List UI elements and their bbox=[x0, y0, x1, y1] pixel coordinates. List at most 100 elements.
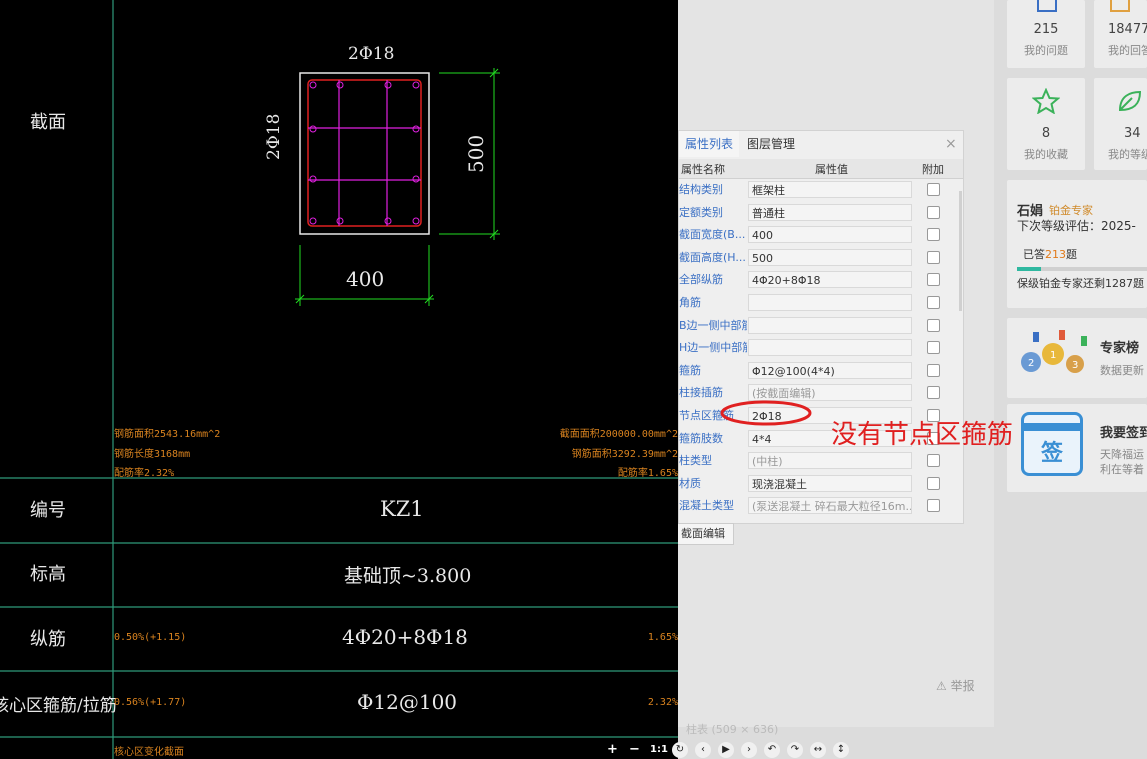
extra-checkbox[interactable] bbox=[927, 454, 940, 468]
property-value[interactable] bbox=[748, 316, 912, 334]
extra-checkbox[interactable] bbox=[927, 228, 940, 242]
property-value[interactable]: 4Φ20+8Φ18 bbox=[748, 271, 912, 289]
rotate-left-icon[interactable]: ↶ bbox=[764, 742, 780, 758]
signin-card[interactable]: 签 我要签到 天降福运 利在等着 bbox=[1007, 404, 1147, 492]
extra-checkbox[interactable] bbox=[927, 476, 940, 490]
extra-checkbox[interactable] bbox=[927, 318, 940, 332]
property-row: 箍筋 Φ12@100(4*4) bbox=[679, 360, 963, 382]
property-row: 截面宽度(B... 400 bbox=[679, 224, 963, 246]
stat-label: 我的收藏 bbox=[1024, 148, 1068, 161]
table-header: 属性名称 属性值 附加 bbox=[679, 159, 963, 179]
property-value[interactable]: 框架柱 bbox=[748, 181, 912, 198]
property-value[interactable]: 现浇混凝土 bbox=[748, 474, 912, 492]
extra-checkbox[interactable] bbox=[927, 205, 940, 219]
property-name: 材质 bbox=[679, 476, 701, 490]
property-name: 截面宽度(B... bbox=[679, 228, 746, 242]
stat-card-questions[interactable]: 215 我的问题 bbox=[1007, 0, 1085, 68]
property-row: 混凝土类型 (泵送混凝土 碎石最大粒径16m... bbox=[679, 495, 963, 517]
header-name: 属性名称 bbox=[681, 163, 725, 176]
stat-card-favorites[interactable]: 8 我的收藏 bbox=[1007, 78, 1085, 170]
extra-checkbox[interactable] bbox=[927, 183, 940, 196]
extra-checkbox[interactable] bbox=[927, 499, 940, 513]
property-value[interactable]: Φ12@100(4*4) bbox=[748, 361, 912, 379]
user-title: 铂金专家 bbox=[1049, 204, 1093, 217]
svg-text:3: 3 bbox=[1072, 360, 1078, 371]
property-name: 柱类型 bbox=[679, 454, 712, 468]
extra-checkbox[interactable] bbox=[927, 296, 940, 309]
extra-checkbox[interactable] bbox=[927, 273, 940, 287]
section-edit-button[interactable]: 截面编辑 bbox=[672, 523, 734, 545]
property-value[interactable]: (泵送混凝土 碎石最大粒径16m... bbox=[748, 497, 912, 515]
scrollbar[interactable] bbox=[959, 191, 962, 311]
flip-horizontal-icon[interactable]: ↔ bbox=[810, 742, 826, 758]
property-name: 结构类别 bbox=[679, 183, 723, 196]
stat-value: 215 bbox=[1033, 22, 1059, 37]
label-stirrup: 核心区箍筋/拉筋 bbox=[0, 696, 117, 716]
rotate-right-icon[interactable]: ↷ bbox=[787, 742, 803, 758]
report-link[interactable]: ⚠ 举报 bbox=[936, 677, 975, 694]
viewer-caption: 柱表 (509 × 636) bbox=[686, 723, 779, 736]
cad-drawing: 2Φ18 2Φ18 400 500 钢筋面积2543.16mm^2 钢筋长度31… bbox=[0, 0, 678, 759]
property-value[interactable] bbox=[748, 339, 912, 357]
annotation-text: 没有节点区箍筋 bbox=[831, 420, 1014, 450]
property-row: B边一侧中部筋 bbox=[679, 315, 963, 337]
zoom-out-button[interactable]: − bbox=[629, 742, 640, 758]
property-row: 定额类别 普通柱 bbox=[679, 202, 963, 224]
property-value[interactable]: 400 bbox=[748, 226, 912, 244]
stat-card-level[interactable]: 34 我的等级 bbox=[1094, 78, 1147, 170]
info-left-1: 钢筋长度3168mm bbox=[114, 449, 191, 460]
section-side-bars: 2Φ18 bbox=[264, 113, 284, 160]
label-section: 截面 bbox=[30, 112, 66, 133]
extra-checkbox[interactable] bbox=[927, 386, 940, 400]
header-extra: 附加 bbox=[922, 163, 944, 176]
star-icon bbox=[1032, 88, 1060, 114]
stat-value: 8 bbox=[1041, 126, 1051, 141]
property-name: 全部纵筋 bbox=[679, 273, 723, 287]
stat-card-answers[interactable]: 18477 我的回答 bbox=[1094, 0, 1147, 68]
zoom-in-button[interactable]: + bbox=[607, 742, 618, 758]
answered-count: 已答213题 bbox=[1023, 248, 1077, 261]
property-row: 柱类型 (中柱) bbox=[679, 450, 963, 472]
property-value[interactable]: (中柱) bbox=[748, 452, 912, 470]
property-value[interactable] bbox=[748, 294, 912, 311]
tab-layer-manage[interactable]: 图层管理 bbox=[747, 131, 795, 157]
play-icon[interactable]: ▶ bbox=[718, 742, 734, 758]
expert-board-card[interactable]: 2 1 3 专家榜 数据更新 bbox=[1007, 318, 1147, 398]
tab-property-list[interactable]: 属性列表 bbox=[679, 131, 739, 157]
property-row: 全部纵筋 4Φ20+8Φ18 bbox=[679, 269, 963, 291]
value-number: KZ1 bbox=[380, 497, 424, 521]
row-left-longitudinal: 0.50%(+1.15) bbox=[114, 632, 187, 643]
property-value[interactable]: 普通柱 bbox=[748, 203, 912, 221]
signin-desc: 利在等着 bbox=[1100, 463, 1144, 476]
label-number: 编号 bbox=[30, 500, 66, 521]
flip-vertical-icon[interactable]: ↕ bbox=[833, 742, 849, 758]
property-panel: 属性列表 图层管理 × 属性名称 属性值 附加 结构类别 框架柱 定额类别 普通柱 截面… bbox=[678, 130, 964, 524]
property-name: 截面高度(H... bbox=[679, 250, 746, 264]
section-height: 500 bbox=[464, 134, 488, 173]
value-longitudinal: 4Φ20+8Φ18 bbox=[342, 625, 468, 649]
property-name: 定额类别 bbox=[679, 205, 723, 219]
leaf-icon bbox=[1118, 90, 1142, 112]
level-progress bbox=[1017, 267, 1147, 271]
extra-checkbox[interactable] bbox=[927, 363, 940, 377]
refresh-icon[interactable]: ↻ bbox=[672, 742, 688, 758]
expert-board-title: 专家榜 bbox=[1100, 341, 1140, 356]
user-level-card: 石娟 铂金专家 下次等级评估：2025- 已答213题 保级铂金专家还剩1287… bbox=[1007, 180, 1147, 308]
extra-checkbox[interactable] bbox=[927, 250, 940, 264]
property-value[interactable]: 500 bbox=[748, 248, 912, 266]
next-icon[interactable]: › bbox=[741, 742, 757, 758]
stat-label: 我的等级 bbox=[1108, 148, 1147, 161]
prev-icon[interactable]: ‹ bbox=[695, 742, 711, 758]
row-left-stirrup: 0.56%(+1.77) bbox=[114, 697, 187, 708]
row-right-longitudinal: 1.65% bbox=[647, 632, 678, 643]
extra-checkbox[interactable] bbox=[927, 341, 940, 355]
actual-size-button[interactable]: 1:1 bbox=[650, 742, 668, 758]
header-value: 属性值 bbox=[815, 163, 848, 176]
row-right-stirrup: 2.32% bbox=[647, 697, 678, 708]
close-icon[interactable]: × bbox=[945, 131, 957, 157]
cad-lines bbox=[0, 0, 678, 759]
property-name: 角筋 bbox=[679, 296, 701, 309]
property-row: 角筋 bbox=[679, 292, 963, 314]
signin-desc: 天降福运 bbox=[1100, 448, 1144, 461]
next-eval: 下次等级评估：2025- bbox=[1017, 219, 1136, 233]
